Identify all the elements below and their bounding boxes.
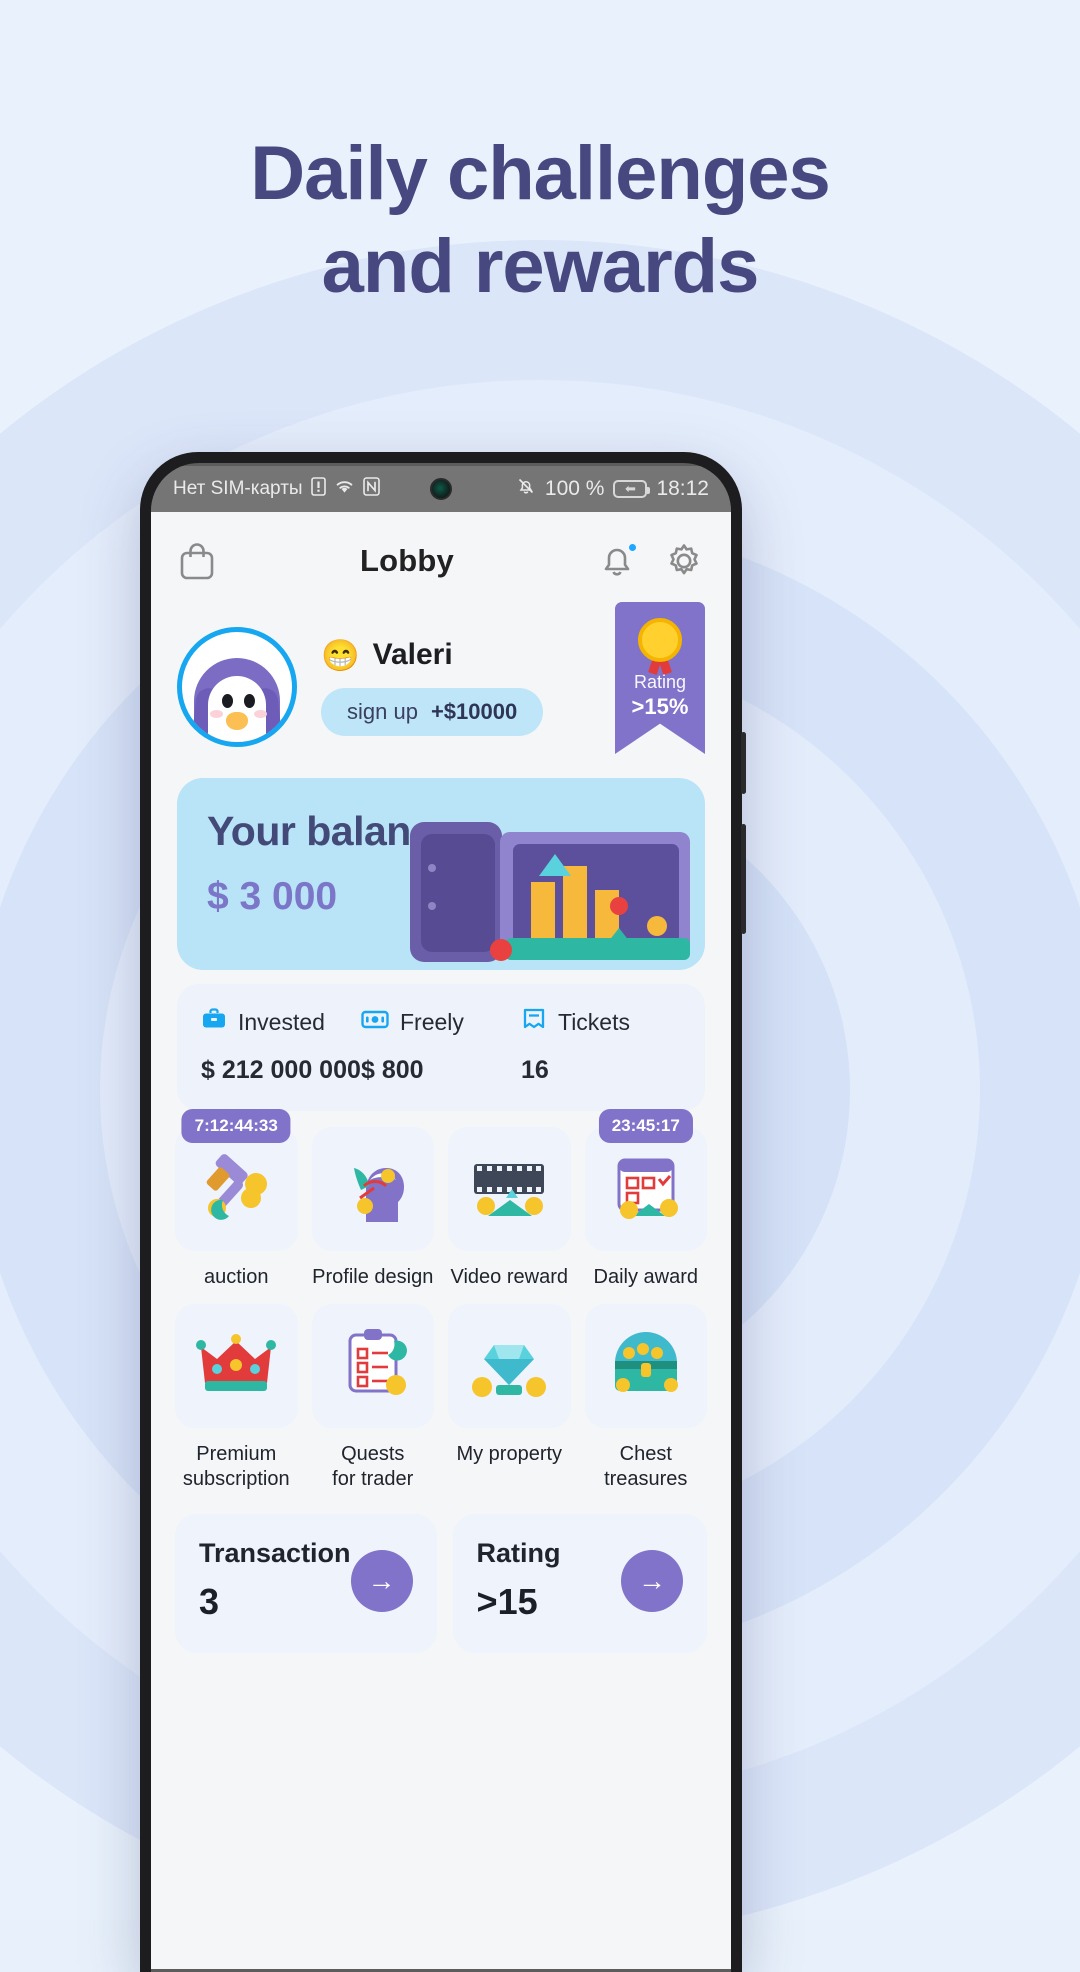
- rating-card-title: Rating: [476, 1538, 561, 1568]
- tile-video-reward[interactable]: Video reward: [448, 1127, 571, 1290]
- front-camera: [430, 478, 452, 500]
- wifi-icon: [334, 478, 355, 501]
- stat-invested-label: Invested: [238, 1008, 325, 1035]
- my-property-gem-icon: [448, 1304, 571, 1428]
- status-bar: Нет SIM-карты 100 % ⬅ 18:12: [151, 466, 731, 512]
- profile-name-row: 😁 Valeri: [321, 638, 595, 672]
- tile-daily-award-timer: 23:45:17: [598, 1109, 693, 1143]
- arrow-right-icon[interactable]: →: [621, 1549, 683, 1612]
- stat-tickets-label: Tickets: [558, 1008, 630, 1035]
- shopping-bag-icon[interactable]: [177, 540, 217, 582]
- sim-alert-icon: [310, 476, 326, 502]
- signup-bonus-chip[interactable]: sign up +$10000: [321, 688, 544, 736]
- rating-card-value: >15: [476, 1581, 538, 1622]
- tile-daily-award-label: Daily award: [593, 1266, 698, 1288]
- app-screen: Lobby 😁 Valeri sign up +$10000 Rating >1…: [151, 512, 731, 1969]
- mood-emoji[interactable]: 😁: [321, 640, 360, 671]
- bell-muted-icon: [516, 476, 536, 502]
- stat-freely-value: $ 800: [361, 1056, 424, 1084]
- battery-percent-label: 100 %: [544, 477, 605, 500]
- app-header: Lobby: [171, 512, 711, 610]
- stat-tickets[interactable]: Tickets 16: [521, 1006, 681, 1085]
- rating-badge-label: Rating: [633, 672, 687, 692]
- user-name: Valeri: [372, 638, 453, 671]
- carrier-label: Нет SIM-карты: [173, 478, 303, 499]
- chest-treasures-icon: [584, 1304, 707, 1428]
- tile-auction[interactable]: 7:12:44:33 auction: [175, 1109, 298, 1290]
- transaction-card[interactable]: Transaction 3 →: [175, 1514, 437, 1653]
- ticket-icon: [521, 1006, 547, 1038]
- tile-chest-treasures[interactable]: Chest treasures: [584, 1304, 707, 1492]
- transaction-card-value: 3: [199, 1581, 220, 1622]
- phone-power-button: [741, 824, 746, 934]
- tile-premium-label: Premium subscription: [182, 1443, 290, 1490]
- stat-freely[interactable]: Freely $ 800: [361, 1006, 521, 1085]
- stats-row: Invested $ 212 000 000 Freely $ 800 Tick…: [177, 984, 705, 1111]
- summary-cards: Transaction 3 → Rating >15 →: [175, 1514, 707, 1653]
- rating-badge[interactable]: Rating >15%: [615, 602, 705, 754]
- tile-profile-design-label: Profile design: [312, 1266, 434, 1288]
- premium-crown-icon: [175, 1304, 298, 1428]
- page-title: Lobby: [360, 543, 454, 578]
- tile-video-reward-label: Video reward: [450, 1266, 568, 1288]
- profile-design-icon: [311, 1127, 434, 1251]
- penguin-avatar[interactable]: [177, 627, 297, 747]
- battery-charging-icon: ⬅: [613, 480, 651, 498]
- tile-quests-for-trader[interactable]: Quests for trader: [311, 1304, 434, 1492]
- gear-icon[interactable]: [663, 540, 705, 582]
- banknote-icon: [361, 1006, 389, 1038]
- tile-my-property-label: My property: [456, 1443, 563, 1465]
- medal-icon: [638, 618, 682, 662]
- tile-profile-design[interactable]: Profile design: [311, 1127, 434, 1290]
- tile-quests-label: Quests for trader: [332, 1443, 414, 1490]
- transaction-card-title: Transaction: [199, 1538, 351, 1568]
- stat-invested-value: $ 212 000 000: [201, 1056, 361, 1084]
- rating-badge-value: >15%: [631, 694, 689, 719]
- auction-gavel-icon: [175, 1127, 298, 1251]
- tile-auction-label: auction: [204, 1266, 269, 1288]
- profile-section: 😁 Valeri sign up +$10000 Rating >15%: [171, 602, 711, 760]
- bell-icon[interactable]: [597, 541, 638, 581]
- rating-card[interactable]: Rating >15 →: [452, 1514, 707, 1653]
- tile-premium-subscription[interactable]: Premium subscription: [175, 1304, 298, 1492]
- clock-label: 18:12: [656, 477, 709, 500]
- tile-my-property[interactable]: My property: [448, 1304, 571, 1492]
- video-reward-icon: [448, 1127, 571, 1251]
- stat-freely-label: Freely: [400, 1008, 464, 1035]
- headline-line-1: Daily challenges: [250, 131, 831, 216]
- signup-chip-label: sign up: [347, 699, 418, 724]
- nfc-icon: [362, 476, 380, 502]
- feature-grid: 7:12:44:33 auction Profile design Video …: [175, 1109, 707, 1492]
- balance-card[interactable]: Your balance $ 3 000: [177, 778, 705, 970]
- tile-auction-timer: 7:12:44:33: [181, 1109, 291, 1143]
- signup-chip-value: +$10000: [430, 699, 518, 724]
- quests-clipboard-icon: [311, 1304, 434, 1428]
- stat-invested[interactable]: Invested $ 212 000 000: [201, 1006, 361, 1085]
- headline-line-2: and rewards: [321, 223, 760, 309]
- tile-chest-label: Chest treasures: [604, 1443, 688, 1490]
- stat-tickets-value: 16: [521, 1056, 549, 1084]
- daily-award-icon: [584, 1127, 707, 1251]
- phone-mockup: Нет SIM-карты 100 % ⬅ 18:12 Lobby 😁 Vale…: [140, 452, 746, 1972]
- notification-badge: [627, 542, 638, 553]
- safe-vault-icon: [410, 822, 690, 962]
- promo-headline: Daily challenges and rewards: [0, 128, 1080, 313]
- arrow-right-icon[interactable]: →: [350, 1549, 413, 1612]
- briefcase-icon: [201, 1006, 227, 1038]
- tile-daily-award[interactable]: 23:45:17 Daily award: [584, 1109, 707, 1290]
- phone-volume-button: [741, 732, 746, 794]
